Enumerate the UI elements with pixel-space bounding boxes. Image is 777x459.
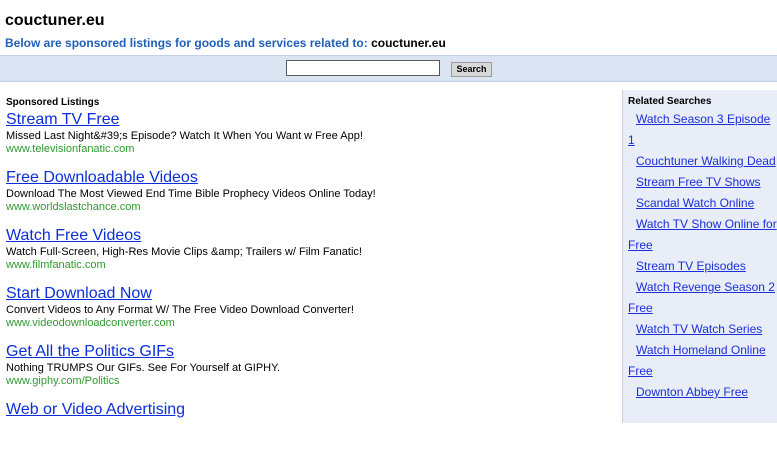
related-search-link[interactable]: Downton Abbey Free — [628, 385, 748, 399]
related-search-link[interactable]: Watch TV Watch Series — [628, 322, 762, 336]
related-search-link[interactable]: Scandal Watch Online — [628, 196, 754, 210]
related-search-item: Scandal Watch Online — [628, 193, 777, 214]
related-search-item: Watch Homeland Online Free — [628, 340, 777, 382]
related-search-link[interactable]: Watch TV Show Online for Free — [628, 217, 777, 252]
related-search-item: Watch TV Watch Series — [628, 319, 777, 340]
ad-title-link[interactable]: Stream TV Free — [6, 111, 606, 129]
subtitle: Below are sponsored listings for goods a… — [5, 34, 765, 52]
related-search-item: Stream Free TV Shows — [628, 172, 777, 193]
related-search-item: Stream TV Episodes — [628, 256, 777, 277]
ad-description: Convert Videos to Any Format W/ The Free… — [6, 304, 354, 316]
related-search-item: Couchtuner Walking Dead — [628, 151, 777, 172]
ad-url[interactable]: www.filmfanatic.com — [6, 259, 606, 272]
related-search-item: Watch Season 3 Episode 1 — [628, 109, 777, 151]
page-header: couctuner.eu Below are sponsored listing… — [5, 11, 765, 52]
subtitle-text: Below are sponsored listings for goods a… — [5, 36, 372, 50]
search-button[interactable]: Search — [451, 62, 492, 77]
related-search-link[interactable]: Couchtuner Walking Dead — [628, 154, 776, 168]
subtitle-domain: couctuner.eu — [371, 36, 446, 50]
ad-listing: Start Download Now Convert Videos to Any… — [6, 285, 606, 343]
related-search-item: Downton Abbey Free — [628, 382, 777, 403]
ad-listing: Watch Free Videos Watch Full-Screen, Hig… — [6, 227, 606, 285]
related-search-item: Watch Revenge Season 2 Free — [628, 277, 777, 319]
ad-title-link[interactable]: Get All the Politics GIFs — [6, 343, 606, 361]
ad-description: Download The Most Viewed End Time Bible … — [6, 188, 376, 200]
ad-listing: Get All the Politics GIFs Nothing TRUMPS… — [6, 343, 606, 401]
ad-description: Watch Full-Screen, High-Res Movie Clips … — [6, 246, 362, 258]
related-search-item: Watch TV Show Online for Free — [628, 214, 777, 256]
ad-description: Nothing TRUMPS Our GIFs. See For Yoursel… — [6, 362, 281, 374]
ad-description: Missed Last Night&#39;s Episode? Watch I… — [6, 130, 363, 142]
sponsored-listings: Sponsored Listings Stream TV Free Missed… — [6, 96, 606, 459]
ad-title-link[interactable]: Web or Video Advertising — [6, 401, 606, 419]
related-search-link[interactable]: Watch Season 3 Episode 1 — [628, 112, 770, 147]
ad-title-link[interactable]: Watch Free Videos — [6, 227, 606, 245]
sponsored-listings-heading: Sponsored Listings — [6, 97, 100, 108]
search-input[interactable] — [286, 60, 440, 76]
ad-title-link[interactable]: Free Downloadable Videos — [6, 169, 606, 187]
related-search-link[interactable]: Watch Homeland Online Free — [628, 343, 766, 378]
ad-listing: Stream TV Free Missed Last Night&#39;s E… — [6, 111, 606, 169]
related-search-link[interactable]: Stream TV Episodes — [628, 259, 746, 273]
ad-listing: Free Downloadable Videos Download The Mo… — [6, 169, 606, 227]
related-searches-heading: Related Searches — [628, 96, 712, 107]
ad-listing: Web or Video Advertising — [6, 401, 606, 459]
ad-title-link[interactable]: Start Download Now — [6, 285, 606, 303]
ad-url[interactable]: www.televisionfanatic.com — [6, 143, 606, 156]
related-search-link[interactable]: Watch Revenge Season 2 Free — [628, 280, 775, 315]
ad-url[interactable]: www.videodownloadconverter.com — [6, 317, 606, 330]
ad-url[interactable]: www.giphy.com/Politics — [6, 375, 606, 388]
related-search-link[interactable]: Stream Free TV Shows — [628, 175, 761, 189]
related-searches-panel: Related Searches Watch Season 3 Episode … — [622, 90, 777, 423]
ad-url[interactable]: www.worldslastchance.com — [6, 201, 606, 214]
search-bar: Search — [0, 55, 777, 82]
site-title: couctuner.eu — [5, 12, 105, 29]
